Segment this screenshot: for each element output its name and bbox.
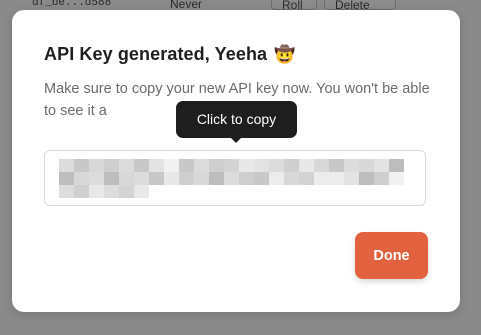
masked-key-pixel [344, 159, 359, 172]
tooltip-arrow [230, 137, 242, 143]
masked-key-pixel [119, 172, 134, 185]
masked-key-pixel [164, 159, 179, 172]
api-key-modal: API Key generated, Yeeha 🤠 Make sure to … [12, 10, 460, 312]
done-button[interactable]: Done [355, 232, 428, 279]
masked-key-pixel [239, 172, 254, 185]
masked-key-pixel [314, 159, 329, 172]
masked-key-pixel [149, 172, 164, 185]
masked-key-pixel [164, 172, 179, 185]
masked-key-pixel [284, 159, 299, 172]
masked-key-pixel [374, 159, 389, 172]
masked-key-pixel [104, 185, 119, 198]
masked-key-pixel [389, 159, 404, 172]
modal-title-text: API Key generated, Yeeha [44, 44, 268, 64]
masked-key-pixel [299, 172, 314, 185]
masked-key-pixel [74, 172, 89, 185]
masked-key-pixel [59, 172, 74, 185]
masked-key-pixel [59, 185, 74, 198]
masked-key-pixel [179, 159, 194, 172]
masked-key-pixel [344, 172, 359, 185]
modal-title: API Key generated, Yeeha 🤠 [44, 44, 296, 65]
masked-key-pixel [194, 172, 209, 185]
masked-key-pixel [134, 172, 149, 185]
masked-key-pixel [74, 159, 89, 172]
masked-key-pixel [104, 159, 119, 172]
background-key-text: df_be...d588 [32, 0, 112, 9]
copy-tooltip: Click to copy [176, 101, 297, 143]
masked-key-pixel [179, 172, 194, 185]
masked-key-pixel [329, 159, 344, 172]
masked-key-pixel [209, 159, 224, 172]
cowboy-emoji-icon: 🤠 [274, 45, 296, 64]
masked-key-pixel [89, 172, 104, 185]
masked-key-pixel [74, 185, 89, 198]
masked-key-pixel [389, 172, 404, 185]
masked-key-pixel [299, 159, 314, 172]
masked-key-pixel [119, 159, 134, 172]
masked-key-pixel [284, 172, 299, 185]
api-key-field[interactable] [44, 150, 426, 206]
masked-key-pixel [89, 159, 104, 172]
masked-key-pixel [59, 159, 74, 172]
masked-key-pixel [239, 159, 254, 172]
background-roll-button: Roll [271, 0, 317, 12]
masked-key-pixel [149, 159, 164, 172]
masked-key-pixel [374, 172, 389, 185]
masked-key-pixel [314, 172, 329, 185]
masked-key-pixel [359, 159, 374, 172]
masked-key-pixel [224, 172, 239, 185]
background-delete-button: Delete [324, 0, 396, 12]
masked-key-pixel [104, 172, 119, 185]
masked-key-pixel [254, 172, 269, 185]
masked-key-pixel [194, 159, 209, 172]
masked-key-pixel [89, 185, 104, 198]
masked-key-pixel [329, 172, 344, 185]
copy-tooltip-text: Click to copy [196, 111, 277, 127]
masked-key-pixel [134, 185, 149, 198]
masked-key-pixel [224, 159, 239, 172]
masked-key-pixel [209, 172, 224, 185]
masked-key-pixel [134, 159, 149, 172]
masked-key-pixel [119, 185, 134, 198]
masked-key-pixel [359, 172, 374, 185]
masked-key-pixel [269, 159, 284, 172]
masked-key-pixel [269, 172, 284, 185]
masked-key-pixel [254, 159, 269, 172]
